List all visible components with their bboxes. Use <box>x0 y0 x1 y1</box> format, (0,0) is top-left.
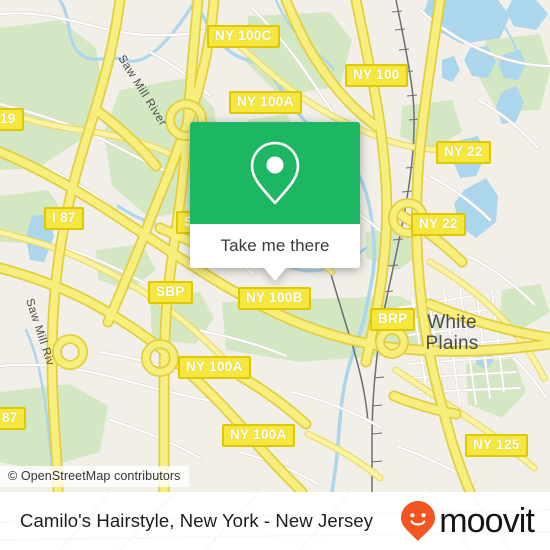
popup-image-area <box>190 122 360 224</box>
highway-shield: NY 100 <box>345 64 408 87</box>
highway-shield: NY 22 <box>436 141 491 164</box>
highway-shield: NY 100C <box>207 25 280 48</box>
highway-shield: NY 100B <box>238 287 311 310</box>
moovit-map-screen: Saw Mill River Saw Mill Riv White Plains … <box>0 0 550 550</box>
highway-shield: I 87 <box>44 207 84 230</box>
highway-shield: SBP <box>148 281 193 304</box>
moovit-logo[interactable]: moovit <box>400 500 535 542</box>
place-title: Camilo's Hairstyle, New York - New Jerse… <box>20 510 374 531</box>
footer-bar: Camilo's Hairstyle, New York - New Jerse… <box>0 492 550 550</box>
highway-shield: 19 <box>0 108 24 131</box>
highway-shield: NY 22 <box>411 213 466 236</box>
map-pin-icon <box>250 141 300 205</box>
highway-shield: BRP <box>370 308 416 331</box>
take-me-there-label: Take me there <box>220 236 330 255</box>
highway-shield: NY 100A <box>222 424 295 447</box>
osm-attribution: © OpenStreetMap contributors <box>0 466 189 487</box>
highway-shield: 87 <box>0 407 26 430</box>
highway-shield: NY 125 <box>465 434 528 457</box>
place-popup-card[interactable]: Take me there <box>190 122 360 281</box>
moovit-wordmark: moovit <box>439 502 535 540</box>
highway-shield: NY 100A <box>178 356 251 379</box>
popup-pointer <box>264 268 286 281</box>
take-me-there-button[interactable]: Take me there <box>190 224 360 268</box>
highway-shield: NY 100A <box>229 91 302 114</box>
moovit-pin-icon <box>401 501 436 541</box>
